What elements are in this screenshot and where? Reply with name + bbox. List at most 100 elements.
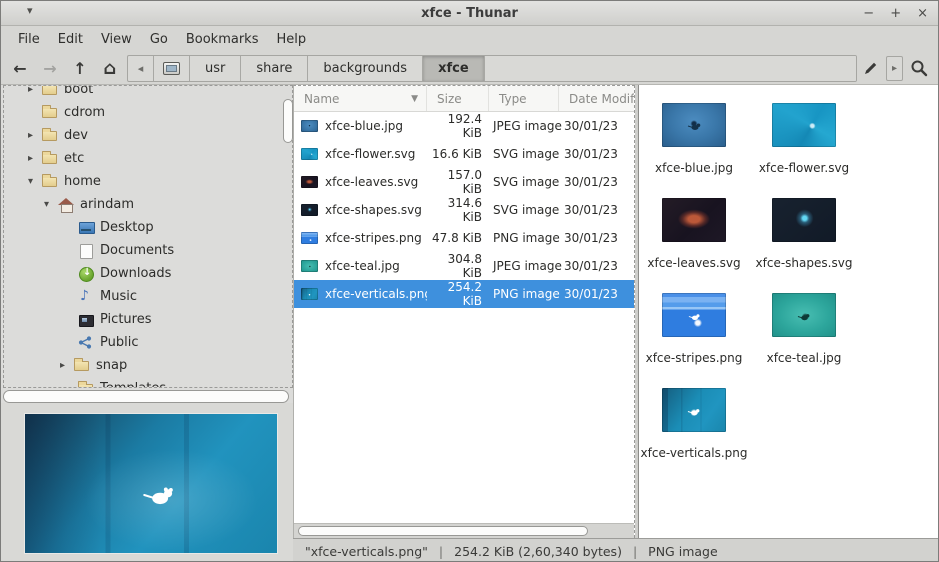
chevron-right-icon[interactable] bbox=[60, 360, 74, 371]
search-icon bbox=[910, 59, 928, 77]
path-button-xfce[interactable]: xfce bbox=[423, 56, 485, 81]
icon-view-item[interactable]: xfce-flower.svg bbox=[749, 95, 859, 190]
path-button-usr[interactable]: usr bbox=[190, 56, 241, 81]
icon-view-item[interactable]: xfce-stripes.png bbox=[639, 285, 749, 380]
file-thumbnail bbox=[662, 293, 726, 337]
chevron-right-icon[interactable] bbox=[28, 153, 42, 164]
icon-view-item[interactable]: xfce-shapes.svg bbox=[749, 190, 859, 285]
menu-file[interactable]: File bbox=[9, 29, 49, 50]
up-button[interactable] bbox=[65, 55, 95, 81]
column-header-name[interactable]: Name ▼ bbox=[294, 86, 427, 111]
menu-go[interactable]: Go bbox=[141, 29, 177, 50]
status-bar: "xfce-verticals.png" | 254.2 KiB (2,60,3… bbox=[293, 538, 938, 562]
sidebar-item-pictures[interactable]: Pictures bbox=[4, 308, 292, 331]
menu-help[interactable]: Help bbox=[267, 29, 315, 50]
table-row[interactable]: xfce-shapes.svg 314.6 KiB SVG image 30/0… bbox=[294, 196, 634, 224]
icon-view-item[interactable]: xfce-verticals.png bbox=[639, 380, 749, 475]
toolbar: ◂ usr share backgrounds xfce ▸ bbox=[1, 52, 938, 85]
table-row[interactable]: xfce-flower.svg 16.6 KiB SVG image 30/01… bbox=[294, 140, 634, 168]
folder-icon bbox=[42, 85, 59, 97]
folder-icon bbox=[42, 106, 59, 120]
xfce-mouse-logo bbox=[687, 116, 702, 135]
thunar-window: ▾ xfce - Thunar − + × File Edit View Go … bbox=[0, 0, 939, 562]
column-header-type[interactable]: Type bbox=[489, 86, 559, 111]
column-header-date-modified[interactable]: Date Modified bbox=[559, 86, 634, 111]
table-row[interactable]: xfce-blue.jpg 192.4 KiB JPEG image 30/01… bbox=[294, 112, 634, 140]
sidebar-horizontal-scrollbar[interactable] bbox=[3, 390, 289, 403]
sidebar-item-music[interactable]: Music bbox=[4, 285, 292, 308]
chevron-right-icon[interactable] bbox=[28, 130, 42, 141]
search-button[interactable] bbox=[906, 55, 932, 81]
path-bar-empty bbox=[485, 56, 856, 81]
sidebar-item-home[interactable]: home bbox=[4, 170, 292, 193]
home-icon bbox=[58, 198, 75, 212]
path-bar: ◂ usr share backgrounds xfce bbox=[127, 55, 857, 82]
table-row[interactable]: xfce-teal.jpg 304.8 KiB JPEG image 30/01… bbox=[294, 252, 634, 280]
tree-view: boot cdrom dev etc bbox=[3, 85, 293, 388]
maximize-button[interactable]: + bbox=[890, 7, 901, 20]
chevron-down-icon[interactable] bbox=[44, 199, 58, 210]
sidebar-item-templates[interactable]: Templates bbox=[4, 377, 292, 388]
file-thumbnail bbox=[662, 103, 726, 147]
folder-icon bbox=[42, 152, 59, 166]
home-button[interactable] bbox=[95, 55, 125, 81]
folder-icon bbox=[42, 175, 59, 189]
back-button[interactable] bbox=[5, 55, 35, 81]
icon-view-item[interactable]: xfce-teal.jpg bbox=[749, 285, 859, 380]
close-button[interactable]: × bbox=[917, 7, 928, 20]
window-menu-icon[interactable]: ▾ bbox=[27, 4, 33, 17]
minimize-button[interactable]: − bbox=[863, 7, 874, 20]
forward-button[interactable] bbox=[35, 55, 65, 81]
table-row-selected[interactable]: xfce-verticals.png 254.2 KiB PNG image 3… bbox=[294, 280, 634, 308]
sidebar: boot cdrom dev etc bbox=[1, 85, 293, 562]
path-button-share[interactable]: share bbox=[241, 56, 308, 81]
file-list-panel: Name ▼ Size Type Date Modified xfce-blue… bbox=[293, 85, 635, 538]
sidebar-item-snap[interactable]: snap bbox=[4, 354, 292, 377]
computer-icon bbox=[163, 62, 180, 75]
xfce-mouse-logo bbox=[142, 484, 176, 510]
menu-edit[interactable]: Edit bbox=[49, 29, 92, 50]
sidebar-item-dev[interactable]: dev bbox=[4, 124, 292, 147]
path-button-backgrounds[interactable]: backgrounds bbox=[308, 56, 423, 81]
sidebar-item-etc[interactable]: etc bbox=[4, 147, 292, 170]
sidebar-item-public[interactable]: Public bbox=[4, 331, 292, 354]
table-row[interactable]: xfce-leaves.svg 157.0 KiB SVG image 30/0… bbox=[294, 168, 634, 196]
chevron-right-icon[interactable] bbox=[28, 85, 42, 95]
file-thumbnail bbox=[772, 103, 836, 147]
preview-pane bbox=[1, 403, 293, 562]
download-icon bbox=[78, 267, 95, 281]
menu-view[interactable]: View bbox=[92, 29, 141, 50]
column-header-size[interactable]: Size bbox=[427, 86, 489, 111]
sidebar-vertical-scrollbar[interactable] bbox=[283, 99, 293, 143]
icon-view-item[interactable]: xfce-blue.jpg bbox=[639, 95, 749, 190]
status-separator: | bbox=[633, 544, 637, 559]
filesystem-root-button[interactable] bbox=[154, 56, 190, 81]
xfce-mouse-logo bbox=[687, 401, 701, 420]
sidebar-item-downloads[interactable]: Downloads bbox=[4, 262, 292, 285]
desktop-icon bbox=[78, 221, 95, 235]
sidebar-item-boot[interactable]: boot bbox=[4, 85, 292, 101]
file-thumbnail bbox=[662, 198, 726, 242]
sidebar-item-cdrom[interactable]: cdrom bbox=[4, 101, 292, 124]
xfce-mouse-logo bbox=[797, 306, 811, 325]
document-icon bbox=[78, 244, 95, 258]
edit-path-button[interactable] bbox=[857, 55, 883, 81]
file-thumbnail bbox=[301, 204, 318, 216]
icon-view-item[interactable]: xfce-leaves.svg bbox=[639, 190, 749, 285]
sidebar-item-arindam[interactable]: arindam bbox=[4, 193, 292, 216]
sidebar-item-desktop[interactable]: Desktop bbox=[4, 216, 292, 239]
menu-bookmarks[interactable]: Bookmarks bbox=[177, 29, 268, 50]
table-row[interactable]: xfce-stripes.png 47.8 KiB PNG image 30/0… bbox=[294, 224, 634, 252]
status-size: 254.2 KiB (2,60,340 bytes) bbox=[454, 544, 622, 559]
main-content: boot cdrom dev etc bbox=[1, 85, 938, 561]
sidebar-item-documents[interactable]: Documents bbox=[4, 239, 292, 262]
icon-view-panel: xfce-blue.jpg xfce-flower.svg xfce-leave… bbox=[639, 85, 938, 538]
chevron-down-icon[interactable] bbox=[28, 176, 42, 187]
path-scroll-left-icon[interactable]: ◂ bbox=[128, 56, 154, 81]
scrollbar-thumb[interactable] bbox=[298, 526, 588, 536]
file-thumbnail bbox=[301, 120, 318, 132]
toolbar-overflow-button[interactable]: ▸ bbox=[886, 56, 903, 81]
titlebar[interactable]: ▾ xfce - Thunar − + × bbox=[1, 1, 938, 26]
list-horizontal-scrollbar[interactable] bbox=[294, 523, 634, 538]
pencil-icon bbox=[863, 61, 878, 76]
